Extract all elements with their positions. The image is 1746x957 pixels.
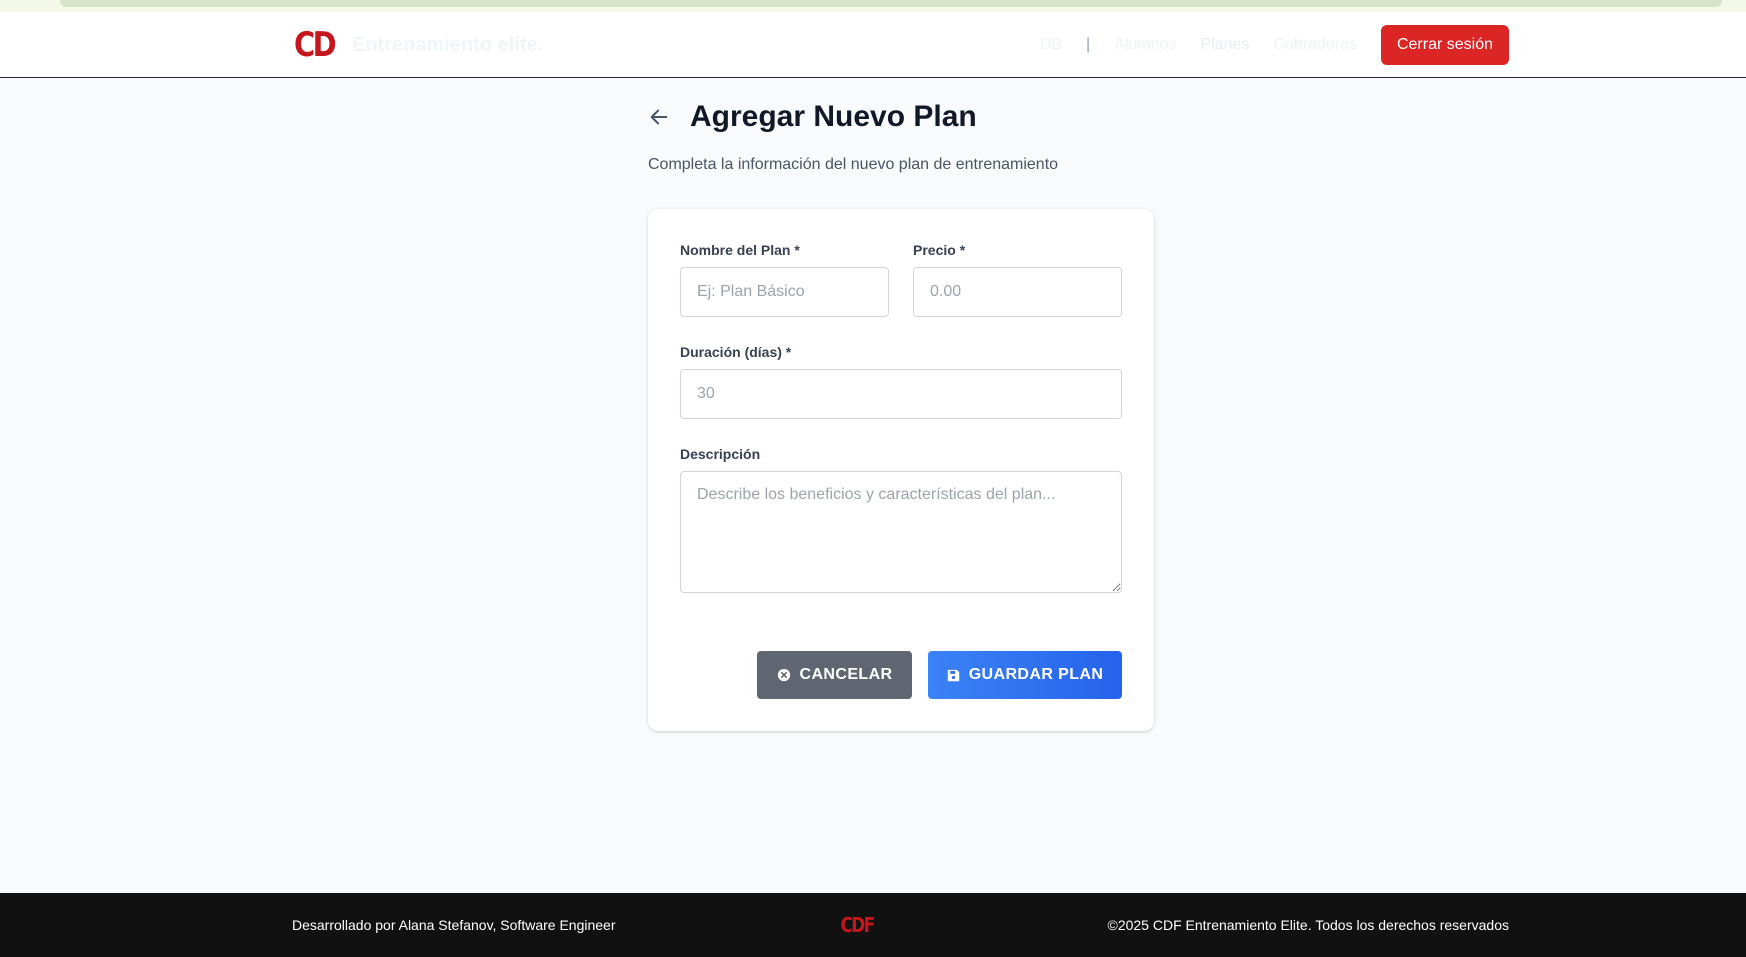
plan-name-field: Nombre del Plan * (680, 242, 889, 317)
x-circle-icon (777, 668, 790, 682)
footer-logo: CDF (840, 913, 875, 937)
nav-item-planes[interactable]: Planes (1200, 36, 1249, 54)
cancel-button[interactable]: CANCELAR (757, 651, 912, 699)
price-input[interactable] (913, 267, 1122, 317)
save-button-label: GUARDAR PLAN (968, 666, 1104, 683)
browser-top-strip (0, 0, 1746, 12)
duration-field: Duración (días) * (680, 344, 1122, 419)
plan-name-label: Nombre del Plan * (680, 242, 800, 258)
save-plan-button[interactable]: GUARDAR PLAN (928, 651, 1122, 699)
description-field: Descripción (680, 446, 1122, 598)
logout-button[interactable]: Cerrar sesión (1380, 25, 1509, 65)
save-icon (947, 669, 959, 681)
price-label: Precio * (913, 242, 966, 258)
plan-name-input[interactable] (680, 267, 889, 317)
new-plan-form: Nombre del Plan * Precio * Duración (día… (648, 209, 1154, 731)
price-field: Precio * (913, 242, 1122, 317)
brand-name: Entrenamiento elite. (352, 33, 544, 56)
nav-separator: | (1086, 36, 1091, 53)
duration-label: Duración (días) * (680, 344, 792, 360)
footer: Desarrollado por Alana Stefanov, Softwar… (0, 893, 1746, 957)
duration-input[interactable] (680, 369, 1122, 419)
description-label: Descripción (680, 446, 761, 462)
page-header: Agregar Nuevo Plan (648, 100, 977, 134)
nav-user[interactable]: DB (1040, 36, 1062, 54)
brand-link[interactable]: CD Entrenamiento elite. (292, 22, 543, 68)
footer-credits: Desarrollado por Alana Stefanov, Softwar… (292, 917, 616, 933)
top-navbar: CD Entrenamiento elite. DB | Alumnos Pla… (0, 12, 1746, 78)
footer-copyright: ©2025 CDF Entrenamiento Elite. Todos los… (1107, 917, 1510, 933)
description-textarea[interactable] (680, 471, 1122, 593)
browser-bar (60, 0, 1722, 7)
page-title: Agregar Nuevo Plan (690, 100, 977, 133)
nav-item-cobradores[interactable]: Cobradores (1273, 36, 1357, 54)
nav-item-alumnos[interactable]: Alumnos (1114, 36, 1176, 54)
main-nav: DB | Alumnos Planes Cobradores Cerrar se… (1040, 25, 1509, 65)
cancel-button-label: CANCELAR (799, 666, 893, 683)
logo: CD (293, 25, 337, 65)
arrow-left-icon[interactable] (648, 106, 670, 128)
page-subtitle: Completa la información del nuevo plan d… (648, 156, 1059, 173)
